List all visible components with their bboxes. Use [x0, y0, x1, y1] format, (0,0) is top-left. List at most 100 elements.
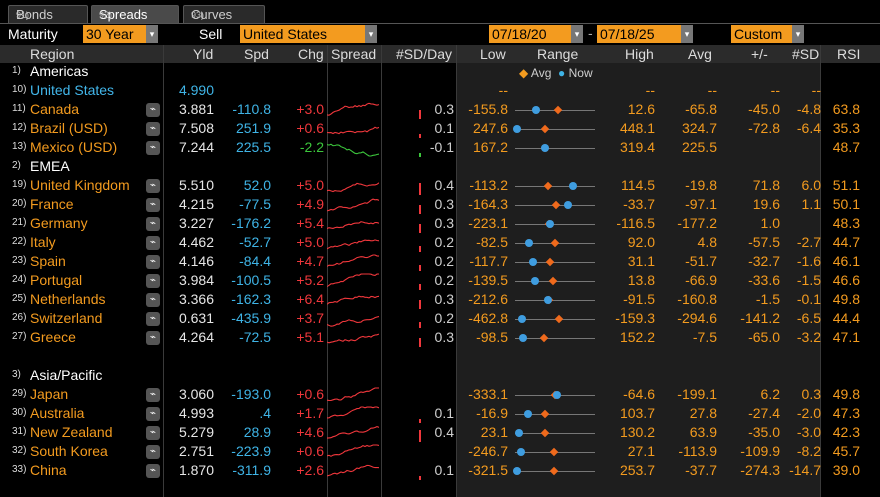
table-row[interactable]: 10) United States 4.990 -- -- -- -- -- [0, 82, 880, 101]
table-row[interactable]: 13) Mexico (USD) ⌁ 7.244 225.5 -2.2 -0.1 167.2 3… [0, 139, 880, 158]
chart-icon[interactable]: ⌁ [146, 255, 160, 269]
chart-icon[interactable]: ⌁ [146, 464, 160, 478]
chevron-down-icon[interactable]: ▾ [792, 25, 804, 43]
country-name[interactable]: France [30, 196, 74, 212]
tab-bonds[interactable]: 91) Bonds [8, 5, 88, 24]
chart-icon[interactable]: ⌁ [146, 122, 160, 136]
table-row[interactable]: 19) United Kingdom ⌁ 5.510 52.0 +5.0 0.4 -113.2… [0, 177, 880, 196]
country-name[interactable]: South Korea [30, 443, 108, 459]
col-sd[interactable]: #SD [792, 46, 819, 62]
chart-icon[interactable]: ⌁ [146, 312, 160, 326]
country-name[interactable]: China [30, 462, 67, 478]
col-region[interactable]: Region [30, 46, 74, 62]
country-name[interactable]: Portugal [30, 272, 82, 288]
chart-icon[interactable]: ⌁ [146, 217, 160, 231]
country-name[interactable]: Germany [30, 215, 88, 231]
col-yld[interactable]: Yld [193, 46, 213, 62]
table-row[interactable]: 24) Portugal ⌁ 3.984 -100.5 +5.2 0.2 -139.5 13.8… [0, 272, 880, 291]
col-spd[interactable]: Spd [244, 46, 269, 62]
table-row[interactable]: 11) Canada ⌁ 3.881 -110.8 +3.0 0.3 -155.8 12.6 -6… [0, 101, 880, 120]
chart-icon[interactable]: ⌁ [146, 293, 160, 307]
col-low[interactable]: Low [480, 46, 506, 62]
range-select[interactable]: Custom ▾ [731, 25, 804, 43]
rsi-value: 46.6 [832, 272, 860, 288]
sd-day-bar [419, 153, 421, 157]
chart-icon[interactable]: ⌁ [146, 274, 160, 288]
table-row[interactable]: 20) France ⌁ 4.215 -77.5 +4.9 0.3 -164.3 -33.7 -9… [0, 196, 880, 215]
chart-icon[interactable]: ⌁ [146, 141, 160, 155]
table-row[interactable]: 33) China ⌁ 1.870 -311.9 +2.6 0.1 -321.5 253.7 -3… [0, 462, 880, 481]
col-avg[interactable]: Avg [688, 46, 712, 62]
high-value: 31.1 [627, 253, 655, 269]
table-row[interactable]: 21) Germany ⌁ 3.227 -176.2 +5.4 0.3 -223.1 -116.… [0, 215, 880, 234]
calendar-icon[interactable]: ▾ [681, 25, 693, 43]
chevron-down-icon[interactable]: ▾ [146, 25, 158, 43]
col-spread[interactable]: Spread [331, 46, 376, 62]
table-row[interactable]: 30) Australia ⌁ 4.993 .4 +1.7 0.1 -16.9 103.7 27.… [0, 405, 880, 424]
low-value: -462.8 [468, 310, 508, 326]
yld-value: 4.462 [178, 234, 214, 250]
col-high[interactable]: High [625, 46, 654, 62]
country-name[interactable]: Italy [30, 234, 56, 250]
chg-value: +1.7 [296, 405, 324, 421]
table-row[interactable]: 26) Switzerland ⌁ 0.631 -435.9 +3.7 0.2 -462.8 -… [0, 310, 880, 329]
chart-icon[interactable]: ⌁ [146, 331, 160, 345]
country-name[interactable]: Mexico (USD) [30, 139, 117, 155]
col-rsi[interactable]: RSI [837, 46, 860, 62]
chart-icon[interactable]: ⌁ [146, 179, 160, 193]
country-name[interactable]: Japan [30, 386, 68, 402]
country-name[interactable]: Netherlands [30, 291, 106, 307]
spd-value: 52.0 [243, 177, 271, 193]
chart-icon[interactable]: ⌁ [146, 426, 160, 440]
sd-day-value: 0.2 [434, 253, 454, 269]
tab-curves[interactable]: 93) Curves [183, 5, 265, 24]
plusminus-value: -141.2 [740, 310, 780, 326]
chart-icon[interactable]: ⌁ [146, 236, 160, 250]
table-row[interactable]: 22) Italy ⌁ 4.462 -52.7 +5.0 0.2 -82.5 92.0 4.8 -5… [0, 234, 880, 253]
chart-icon[interactable]: ⌁ [146, 198, 160, 212]
table-row[interactable]: 25) Netherlands ⌁ 3.366 -162.3 +6.4 0.3 -212.6 -… [0, 291, 880, 310]
country-select[interactable]: United States ▾ [240, 25, 377, 43]
country-name[interactable]: Greece [30, 329, 76, 345]
chart-icon[interactable]: ⌁ [146, 388, 160, 402]
country-name[interactable]: United Kingdom [30, 177, 130, 193]
table-row[interactable]: 12) Brazil (USD) ⌁ 7.508 251.9 +0.6 0.1 247.6 44… [0, 120, 880, 139]
country-name[interactable]: Spain [30, 253, 66, 269]
calendar-icon[interactable]: ▾ [571, 25, 583, 43]
chart-icon[interactable]: ⌁ [146, 103, 160, 117]
maturity-select[interactable]: 30 Year ▾ [83, 25, 158, 43]
country-name[interactable]: New Zealand [30, 424, 113, 440]
spread-sparkline [327, 221, 379, 230]
chart-icon[interactable]: ⌁ [146, 407, 160, 421]
country-name[interactable]: Australia [30, 405, 84, 421]
country-name[interactable]: Canada [30, 101, 79, 117]
col-plusminus[interactable]: +/- [751, 46, 768, 62]
range-track [515, 433, 595, 434]
col-range[interactable]: Range [537, 46, 578, 62]
table-row[interactable]: 27) Greece ⌁ 4.264 -72.5 +5.1 0.3 -98.5 152.2 -7.… [0, 329, 880, 348]
sd-value: -8.2 [796, 443, 821, 459]
date-from-input[interactable]: 07/18/20 ▾ [489, 25, 583, 43]
country-name[interactable]: United States [30, 82, 114, 98]
date-separator: - [588, 25, 593, 41]
sd-value: -2.7 [796, 234, 821, 250]
date-to-input[interactable]: 07/18/25 ▾ [597, 25, 693, 43]
chart-icon[interactable]: ⌁ [146, 445, 160, 459]
country-name[interactable]: Brazil (USD) [30, 120, 108, 136]
rsi-value: 44.7 [832, 234, 860, 250]
now-marker [524, 239, 533, 247]
col-sd-day[interactable]: #SD/Day [396, 46, 452, 62]
table-row[interactable]: 32) South Korea ⌁ 2.751 -223.9 +0.6 -246.7 27.1… [0, 443, 880, 462]
sd-day-value: 0.3 [434, 101, 454, 117]
range-track [515, 224, 595, 225]
chevron-down-icon[interactable]: ▾ [365, 25, 377, 43]
col-chg[interactable]: Chg [298, 46, 324, 62]
table-row[interactable]: 31) New Zealand ⌁ 5.279 28.9 +4.6 0.4 23.1 130.2… [0, 424, 880, 443]
country-name[interactable]: Switzerland [30, 310, 102, 326]
tab-spreads[interactable]: 92) Spreads [91, 5, 179, 24]
rsi-value: 46.1 [832, 253, 860, 269]
maturity-value: 30 Year [86, 26, 134, 42]
chg-value: +4.9 [296, 196, 324, 212]
table-row[interactable]: 23) Spain ⌁ 4.146 -84.4 +4.7 0.2 -117.7 31.1 -51.… [0, 253, 880, 272]
table-row[interactable]: 29) Japan ⌁ 3.060 -193.0 +0.6 -333.1 -64.6 -199.… [0, 386, 880, 405]
